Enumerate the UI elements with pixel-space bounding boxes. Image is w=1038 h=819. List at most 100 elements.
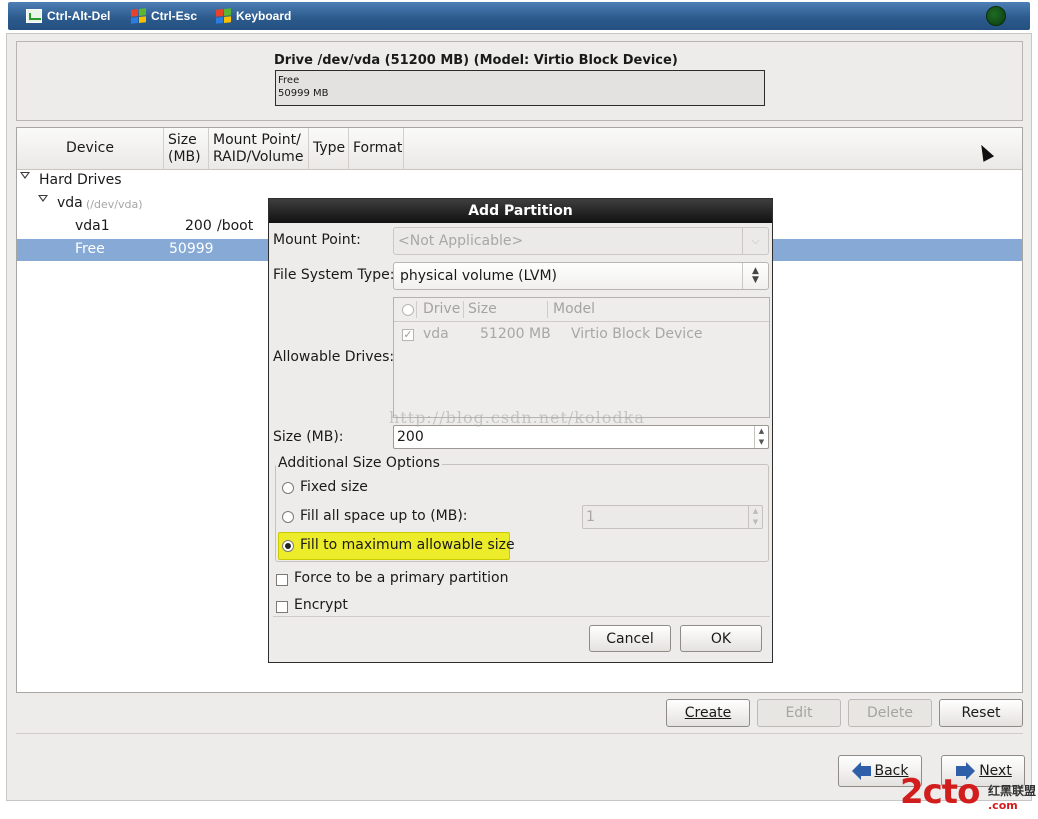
tree-row-hard-drives[interactable]: Hard Drives	[17, 170, 1022, 192]
drives-col-size: Size	[468, 301, 497, 317]
ok-button[interactable]: OK	[680, 625, 762, 652]
column-format[interactable]: Format	[349, 128, 404, 169]
force-primary-label[interactable]: Force to be a primary partition	[294, 570, 508, 586]
fill-up-to-spinner[interactable]: 1 ▲ ▼	[582, 505, 763, 529]
drives-col-model: Model	[553, 301, 596, 317]
hard-drives-label: Hard Drives	[39, 172, 122, 188]
updown-chevron-icon: ▲ ▼	[742, 263, 768, 289]
vda1-name: vda1	[75, 218, 110, 234]
drive-usage-bar[interactable]: Free 50999 MB	[275, 70, 765, 106]
ctrl-esc-button[interactable]: Ctrl-Esc	[131, 2, 197, 30]
ctrl-alt-del-label: Ctrl-Alt-Del	[47, 9, 111, 23]
size-value: 200	[397, 429, 424, 445]
watermark-text: http://blog.csdn.net/kolodka	[389, 408, 645, 427]
size-spinner[interactable]: 200 ▲ ▼	[393, 425, 769, 449]
edit-label: Edit	[785, 705, 813, 721]
expander-down-icon[interactable]	[20, 172, 30, 179]
drive-vda-name: vda	[423, 326, 449, 342]
logo-sub-cn: 红黑联盟	[988, 784, 1037, 798]
vnc-toolbar-bar: Ctrl-Alt-Del Ctrl-Esc Keyboard	[8, 2, 1030, 30]
windows-logo-icon	[131, 8, 146, 24]
site-logo: 2cto	[900, 774, 980, 810]
drives-col-drive: Drive	[423, 301, 461, 317]
spinner-arrows-icon[interactable]: ▲ ▼	[748, 506, 762, 528]
ctrl-esc-label: Ctrl-Esc	[151, 9, 198, 23]
size-label: Size (MB):	[273, 429, 344, 445]
keyboard-button[interactable]: Keyboard	[216, 2, 291, 30]
column-separator	[463, 301, 464, 318]
keyboard-label: Keyboard	[236, 9, 292, 23]
fs-type-select[interactable]: physical volume (LVM) ▲ ▼	[393, 262, 769, 290]
spinner-arrows-icon[interactable]: ▲ ▼	[754, 426, 768, 448]
back-arrow-icon	[851, 762, 871, 780]
device-tree-header: Device Size (MB) Mount Point/ RAID/Volum…	[17, 128, 1022, 170]
column-type-label: Type	[313, 140, 346, 156]
cancel-label: Cancel	[606, 630, 654, 647]
vda1-mount: /boot	[217, 218, 254, 234]
fixed-size-radio[interactable]	[282, 482, 294, 494]
reset-button[interactable]: Reset	[939, 699, 1023, 727]
drive-summary: Drive /dev/vda (51200 MB) (Model: Virtio…	[16, 41, 1023, 121]
free-name: Free	[75, 241, 105, 257]
vda1-size: 200	[185, 218, 212, 234]
vnc-toolbar: Ctrl-Alt-Del Ctrl-Esc Keyboard	[0, 0, 1038, 33]
delete-button[interactable]: Delete	[848, 699, 932, 727]
edit-button[interactable]: Edit	[757, 699, 841, 727]
column-separator	[547, 301, 548, 318]
column-size[interactable]: Size (MB)	[164, 128, 209, 169]
windows-logo-icon	[216, 8, 231, 24]
drive-vda-model: Virtio Block Device	[571, 326, 703, 342]
column-type[interactable]: Type	[309, 128, 349, 169]
drive-title: Drive /dev/vda (51200 MB) (Model: Virtio…	[274, 53, 678, 68]
monitor-icon	[26, 9, 42, 23]
column-mount-point[interactable]: Mount Point/ RAID/Volume	[209, 128, 309, 169]
encrypt-checkbox[interactable]	[276, 601, 288, 613]
fs-type-label: File System Type:	[273, 267, 395, 283]
column-device[interactable]: Device	[17, 128, 164, 169]
force-primary-checkbox[interactable]	[276, 574, 288, 586]
chevron-down-icon: ⌵	[742, 228, 768, 254]
cancel-button[interactable]: Cancel	[589, 625, 671, 652]
expander-down-icon[interactable]	[38, 195, 48, 202]
dialog-divider	[273, 616, 770, 617]
create-button[interactable]: Create	[666, 699, 750, 727]
fill-up-to-label[interactable]: Fill all space up to (MB):	[300, 508, 468, 524]
drives-list-header: Drive Size Model	[394, 298, 769, 322]
dialog-title: Add Partition	[269, 199, 772, 223]
connection-status-icon	[986, 6, 1006, 26]
ctrl-alt-del-button[interactable]: Ctrl-Alt-Del	[26, 2, 110, 30]
add-partition-dialog: Add Partition Mount Point: <Not Applicab…	[268, 198, 773, 663]
allowable-drives-label: Allowable Drives:	[273, 349, 395, 365]
delete-label: Delete	[867, 705, 913, 721]
fs-type-value: physical volume (LVM)	[400, 268, 558, 284]
column-mount-label: Mount Point/ RAID/Volume	[213, 131, 304, 165]
drive-vda-checkbox[interactable]: ✓	[402, 329, 414, 341]
fixed-size-label[interactable]: Fixed size	[300, 479, 368, 495]
drive-vda-size: 51200 MB	[480, 326, 551, 342]
drive-free-size: 50999 MB	[278, 88, 329, 99]
next-label: Next	[979, 763, 1012, 779]
column-size-label: Size (MB)	[168, 131, 201, 165]
free-size: 50999	[169, 241, 214, 257]
size-options-title: Additional Size Options	[276, 455, 442, 471]
logo-subtitle: 红黑联盟 .com	[988, 782, 1036, 812]
fill-max-label[interactable]: Fill to maximum allowable size	[300, 537, 515, 553]
logo-domain: .com	[988, 799, 1018, 812]
mount-point-value: <Not Applicable>	[398, 233, 524, 249]
ok-label: OK	[710, 630, 732, 647]
vda-path: (/dev/vda)	[86, 198, 143, 211]
vda-label: vda	[57, 195, 83, 211]
encrypt-label[interactable]: Encrypt	[294, 597, 348, 613]
mount-point-label: Mount Point:	[273, 232, 361, 248]
select-all-radio[interactable]	[402, 304, 414, 316]
fill-max-radio[interactable]	[282, 540, 294, 552]
fill-up-to-value: 1	[586, 509, 595, 525]
allowable-drives-list[interactable]: Drive Size Model ✓ vda 51200 MB Virtio B…	[393, 297, 770, 418]
fill-up-to-radio[interactable]	[282, 511, 294, 523]
column-separator	[416, 301, 417, 318]
drive-free-label: Free	[278, 75, 300, 86]
column-format-label: Format	[353, 140, 403, 156]
mount-point-combo[interactable]: <Not Applicable> ⌵	[393, 227, 769, 255]
reset-label: Reset	[961, 705, 1001, 721]
column-device-label: Device	[66, 140, 114, 156]
